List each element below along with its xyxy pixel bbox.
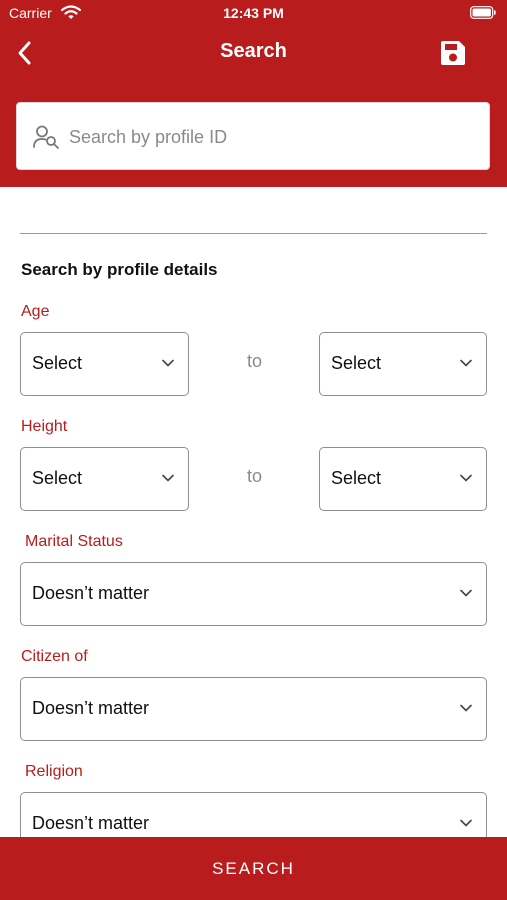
chevron-down-icon: [460, 359, 472, 367]
nav-bar: Search: [0, 28, 507, 78]
divider: [20, 233, 487, 234]
height-label: Height: [21, 418, 68, 435]
chevron-down-icon: [162, 359, 174, 367]
marital-status-value: Doesn’t matter: [32, 583, 150, 603]
chevron-down-icon: [460, 589, 472, 597]
age-from-select[interactable]: Select: [20, 332, 189, 396]
citizen-of-value: Doesn’t matter: [32, 698, 150, 718]
page-title: Search: [220, 40, 287, 62]
marital-status-select[interactable]: Doesn’t matter: [20, 562, 487, 626]
chevron-down-icon: [460, 474, 472, 482]
religion-value: Doesn’t matter: [32, 813, 150, 833]
religion-label: Religion: [25, 763, 83, 780]
chevron-down-icon: [460, 704, 472, 712]
clock: 12:43 PM: [223, 5, 284, 21]
citizen-of-label: Citizen of: [21, 648, 88, 665]
search-button-label: SEARCH: [212, 859, 295, 878]
height-to-select[interactable]: Select: [319, 447, 487, 511]
save-icon[interactable]: [440, 40, 466, 66]
height-from-value: Select: [32, 468, 83, 488]
search-input[interactable]: [69, 121, 469, 153]
chevron-down-icon: [460, 819, 472, 827]
search-button[interactable]: SEARCH: [0, 837, 507, 900]
age-from-value: Select: [32, 353, 83, 373]
battery-icon: [470, 6, 496, 19]
section-title: Search by profile details: [21, 260, 218, 279]
profile-search-icon: [33, 125, 59, 149]
age-to-value: Select: [331, 353, 382, 373]
age-to-select[interactable]: Select: [319, 332, 487, 396]
status-bar: Carrier 12:43 PM: [0, 0, 507, 28]
header: Carrier 12:43 PM Search: [0, 0, 507, 187]
citizen-of-select[interactable]: Doesn’t matter: [20, 677, 487, 741]
search-box[interactable]: [16, 102, 490, 170]
chevron-down-icon: [162, 474, 174, 482]
marital-status-label: Marital Status: [25, 533, 123, 550]
age-label: Age: [21, 303, 50, 320]
height-to-value: Select: [331, 468, 382, 488]
height-from-select[interactable]: Select: [20, 447, 189, 511]
height-to-label: to: [247, 466, 263, 486]
age-to-label: to: [247, 351, 263, 371]
